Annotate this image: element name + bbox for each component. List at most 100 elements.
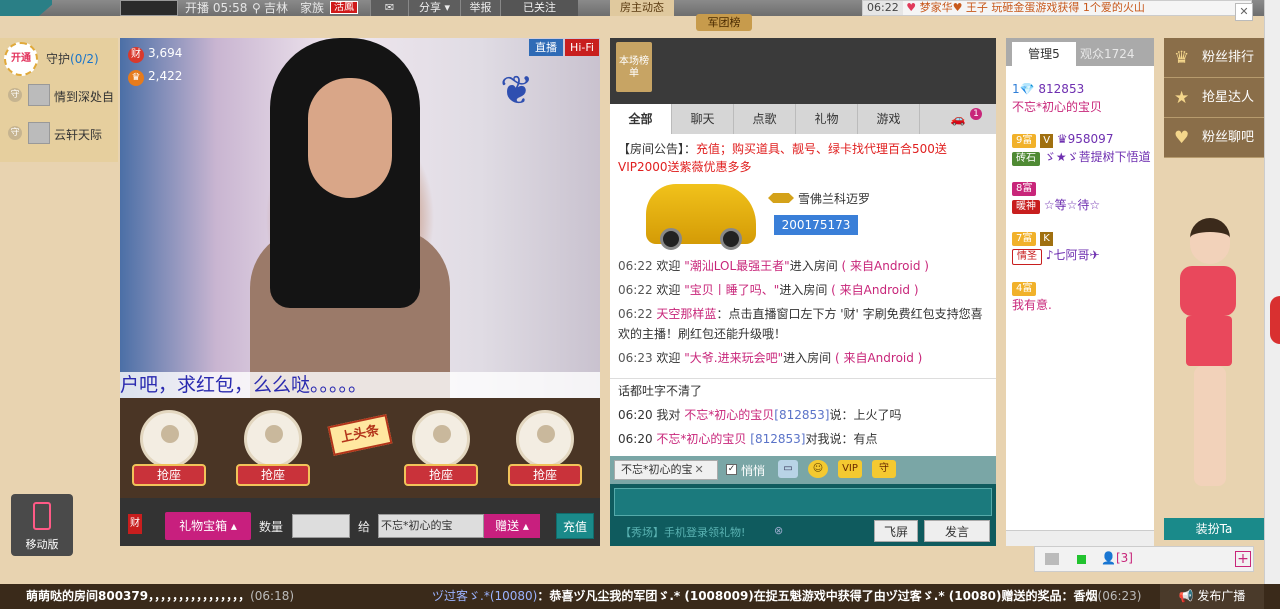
image-icon[interactable]: ▭	[778, 460, 798, 478]
control-bar: 👤[3] +	[1034, 546, 1254, 572]
tab-gift[interactable]: 礼物	[796, 104, 858, 134]
seat[interactable]: 抢座	[500, 408, 590, 488]
fan-chat-button[interactable]: ♥ 粉丝聊吧	[1164, 118, 1264, 158]
guard-icon: 守	[8, 88, 22, 102]
recharge-button[interactable]: 充值	[556, 513, 594, 539]
grab-seat-button[interactable]: 抢座	[132, 464, 206, 486]
diamond-icon: 1💎	[1012, 82, 1035, 96]
page-scrollbar[interactable]	[1264, 0, 1280, 590]
user-row[interactable]: 不忘*初心的宝贝	[1012, 98, 1154, 116]
send-message-button[interactable]: 发言	[924, 520, 990, 542]
emoji-icon[interactable]: ☺	[808, 460, 828, 478]
send-gift-button[interactable]: 赠送 ▴	[484, 514, 540, 538]
title-badge: 暖神	[1012, 200, 1040, 214]
chat-input[interactable]	[614, 488, 992, 516]
guard-member[interactable]: 守 云轩天际	[8, 122, 118, 146]
rank-area: 本场榜单	[610, 38, 996, 104]
share-button[interactable]: 分享 ▾	[408, 0, 460, 16]
chat-user[interactable]: "大爷.进来玩会吧"	[684, 351, 783, 365]
add-button[interactable]: +	[1235, 551, 1251, 567]
seat[interactable]: 抢座	[396, 408, 486, 488]
host-avatar[interactable]	[120, 0, 178, 16]
wealth-button[interactable]: 财	[128, 514, 142, 534]
fly-screen-button[interactable]: 飞屏	[874, 520, 918, 542]
user-row[interactable]: 暖神 ☆等☆待☆	[1012, 196, 1154, 214]
user-row[interactable]: 情圣 ♪七阿哥✈	[1012, 246, 1154, 265]
quantity-input[interactable]	[292, 514, 350, 538]
recipient-select[interactable]: 不忘*初心的宝	[378, 514, 484, 538]
publish-broadcast-button[interactable]: 📢 发布广播	[1160, 584, 1264, 609]
seat[interactable]: 抢座	[124, 408, 214, 488]
user-row[interactable]: 砖石 ゞ★ゞ菩提树下悟道	[1012, 148, 1154, 166]
user-row[interactable]: 9富 V ♛958097	[1012, 130, 1154, 148]
user-row[interactable]: 我有意.	[1012, 296, 1154, 314]
side-red-tab[interactable]	[1270, 296, 1280, 344]
grab-seat-button[interactable]: 抢座	[508, 464, 582, 486]
report-button[interactable]: 举报	[460, 0, 500, 16]
close-icon[interactable]: ⊗	[774, 524, 783, 537]
tab-game[interactable]: 游戏	[858, 104, 920, 134]
chat-message: 06:22 欢迎 "潮汕LOL最强王者"进入房间 ( 来自Android )	[618, 259, 929, 273]
user-list-scrollbar[interactable]	[1006, 530, 1154, 546]
dress-up-button[interactable]: 装扮Ta	[1164, 518, 1264, 540]
ticker-close-button[interactable]: ✕	[1235, 3, 1253, 21]
chat-user[interactable]: 不忘*初心的宝贝	[656, 432, 746, 446]
chat-target-select[interactable]: 不忘*初心的宝 ✕	[614, 460, 718, 480]
followed-button[interactable]: 已关注	[500, 0, 578, 16]
room-dynamic-button[interactable]: 房主动态	[610, 0, 674, 16]
promo-text[interactable]: 【秀场】手机登录领礼物!	[620, 524, 745, 540]
close-icon: ✕	[1239, 5, 1249, 18]
live-badge: 直播	[529, 39, 563, 56]
guard-member[interactable]: 守 情到深处自	[8, 84, 118, 108]
title-badge: 情圣	[1012, 249, 1042, 265]
user-row[interactable]: 1💎 812853	[1012, 80, 1154, 98]
room-notice: 【房间公告】：充值；购买道具、靓号、绿卡找代理百合500送VIP2000送紫薇优…	[618, 142, 947, 174]
grab-seat-button[interactable]: 抢座	[404, 464, 478, 486]
family-label[interactable]: 家族	[300, 0, 324, 16]
seat[interactable]: 抢座	[228, 408, 318, 488]
chat-tabs: 全部 聊天 点歌 礼物 游戏 🚗 1	[610, 104, 996, 134]
mail-button[interactable]: ✉	[370, 0, 408, 16]
grab-seat-button[interactable]: 抢座	[236, 464, 310, 486]
vip-icon[interactable]: VIP	[838, 460, 862, 478]
tab-admin[interactable]: 管理5	[1012, 42, 1076, 66]
guard-open-button[interactable]: 开通	[4, 42, 38, 76]
guard-emoji-icon[interactable]: 守	[872, 460, 896, 478]
user-row[interactable]: 7富 K	[1012, 228, 1154, 246]
user-row[interactable]: 8富	[1012, 178, 1154, 196]
seat-avatar	[412, 410, 470, 468]
tab-audience[interactable]: 观众1724	[1080, 42, 1135, 66]
gift-box-button[interactable]: 礼物宝箱 ▴	[165, 512, 251, 540]
butterfly-icon: ❦	[500, 68, 534, 114]
video-caption: 户吧，求红包，么么哒。。。。。	[120, 372, 600, 398]
speaker-icon[interactable]	[1045, 553, 1059, 565]
tab-car[interactable]: 🚗	[920, 104, 996, 134]
chat-message: 话都吐字不清了	[618, 384, 703, 398]
chat-input-area: 【秀场】手机登录领礼物! ⊗ 飞屏 发言	[610, 484, 996, 546]
chevron-down-icon: ▾	[440, 1, 451, 14]
chat-user[interactable]: 天空那样蓝	[656, 307, 716, 321]
mobile-version-button[interactable]: 移动版	[11, 494, 73, 556]
right-buttons: ♛ 粉丝排行 ★ 抢星达人 ♥ 粉丝聊吧	[1164, 38, 1264, 158]
close-icon[interactable]: ✕	[695, 463, 704, 476]
user-row[interactable]: 4富	[1012, 278, 1154, 296]
fan-rank-button[interactable]: ♛ 粉丝排行	[1164, 38, 1264, 78]
ticker-message: 梦家华♥ 王子 玩砸金蛋游戏获得 1个爱的火山	[919, 1, 1145, 14]
chat-user[interactable]: 不忘*初心的宝贝	[684, 408, 774, 422]
guard-name: 云轩天际	[54, 128, 103, 142]
car-owner-id[interactable]: 200175173	[774, 215, 858, 235]
session-rank-tag[interactable]: 本场榜单	[616, 42, 652, 92]
star-talent-button[interactable]: ★ 抢星达人	[1164, 78, 1264, 118]
tab-song[interactable]: 点歌	[734, 104, 796, 134]
whisper-checkbox[interactable]: ✓	[726, 464, 737, 475]
chat-user[interactable]: "宝贝丨睡了吗、"	[684, 283, 779, 297]
tab-all[interactable]: 全部	[610, 104, 672, 134]
avatar-doll[interactable]	[1164, 200, 1264, 518]
chat-user[interactable]: "潮汕LOL最强王者"	[684, 259, 789, 273]
legion-rank-button[interactable]: 军团榜	[696, 14, 752, 31]
tab-chat[interactable]: 聊天	[672, 104, 734, 134]
live-video[interactable]: 财 3,694 ♛ 2,422 直播 Hi-Fi ❦ 户吧，求红包，么么哒。。。。。	[120, 38, 600, 398]
status-green-icon	[1077, 555, 1086, 564]
person-icon: 👤	[1101, 551, 1116, 565]
headline-button[interactable]: 上头条	[327, 414, 393, 456]
